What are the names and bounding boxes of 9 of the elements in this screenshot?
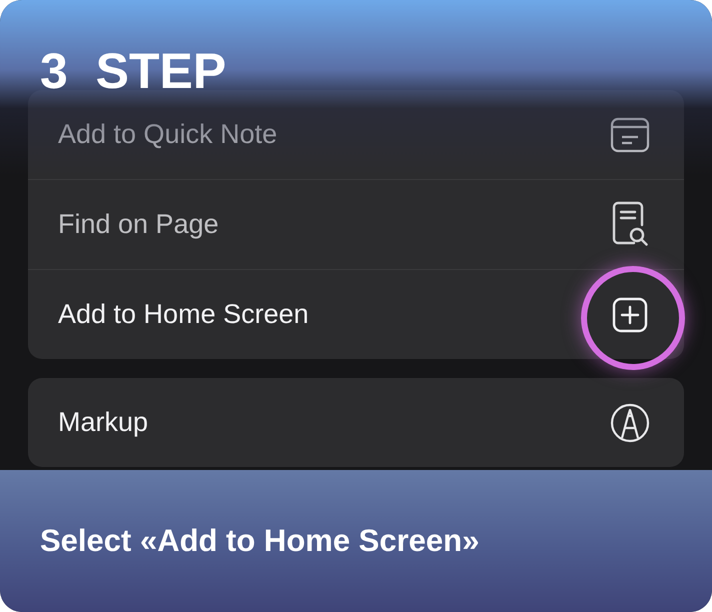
pen-circle-icon <box>609 402 651 444</box>
menu-item-label[interactable]: Find on Page <box>58 209 219 240</box>
add-square-icon <box>611 296 649 334</box>
menu-item-label[interactable]: Add to Home Screen <box>58 299 309 330</box>
menu-item-label[interactable]: Add to Quick Note <box>58 119 278 150</box>
step-title: 3 STEP <box>40 42 226 100</box>
caption-text: Select «Add to Home Screen» <box>40 523 480 559</box>
document-search-icon <box>610 200 650 248</box>
menu-item-label[interactable]: Markup <box>58 407 148 438</box>
